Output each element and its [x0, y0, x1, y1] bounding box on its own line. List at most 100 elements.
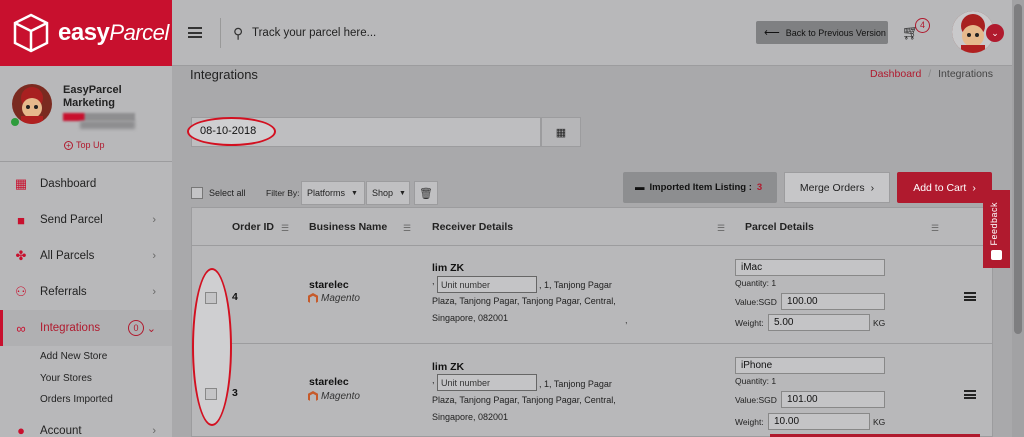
sidebar-item-all-parcels[interactable]: ✤ All Parcels › [0, 238, 172, 274]
sidebar-item-label: Account [40, 424, 82, 437]
row-checkbox-highlighted[interactable] [205, 292, 217, 304]
hamburger-menu-icon[interactable] [188, 27, 202, 38]
address-line2: Plaza, Tanjong Pagar, Tanjong Pagar, Cen… [432, 395, 616, 405]
cart-count-badge: 4 [915, 18, 930, 33]
sidebar-item-dashboard[interactable]: ▦ Dashboard [0, 166, 172, 202]
col-parcel-details[interactable]: Parcel Details [745, 221, 814, 233]
chevron-right-icon: › [870, 181, 875, 194]
col-order-id[interactable]: Order ID [232, 221, 274, 233]
track-parcel-input[interactable] [252, 24, 452, 42]
address-line2: Plaza, Tanjong Pagar, Tanjong Pagar, Cen… [432, 296, 616, 306]
back-to-previous-version-button[interactable]: ⟵ Back to Previous Version [756, 21, 888, 44]
chevron-right-icon: › [152, 214, 156, 226]
sidebar-item-account[interactable]: ● Account › [0, 413, 172, 437]
row-menu-icon[interactable] [964, 390, 976, 399]
top-up-label: Top Up [76, 140, 105, 150]
avatar[interactable] [12, 84, 52, 124]
sidebar-item-label: Dashboard [40, 178, 97, 190]
sidebar-subitem-orders-imported[interactable]: Orders Imported [0, 389, 172, 411]
platforms-dropdown[interactable]: Platforms ▼ [301, 181, 365, 205]
col-receiver-details[interactable]: Receiver Details [432, 221, 513, 233]
item-name-input[interactable] [735, 357, 885, 374]
row-menu-icon[interactable] [964, 292, 976, 301]
scrollbar[interactable] [1012, 0, 1024, 437]
row-checkbox-highlighted[interactable] [205, 388, 217, 400]
caret-down-icon: ▼ [351, 189, 358, 197]
add-to-cart-button[interactable]: Add to Cart › [897, 172, 992, 203]
breadcrumb-dashboard[interactable]: Dashboard [870, 68, 921, 80]
sort-icon[interactable]: ☰ [281, 223, 289, 234]
address-line3: Singapore, 082001 [432, 313, 509, 323]
list-icon: ▬ [635, 182, 645, 193]
weight-unit: KG [873, 417, 886, 427]
sort-icon[interactable]: ☰ [931, 223, 939, 234]
shop-dropdown[interactable]: Shop ▼ [366, 181, 410, 205]
chevron-down-icon[interactable]: ⌄ [986, 24, 1004, 42]
top-up-link[interactable]: + Top Up [64, 140, 105, 150]
calendar-button[interactable]: ▦ [541, 117, 581, 147]
order-id: 4 [232, 291, 238, 303]
col-business-name[interactable]: Business Name [309, 221, 387, 233]
integrations-count-badge: 0 [128, 320, 144, 336]
magento-logo: Magento [308, 293, 360, 304]
sidebar-subitem-your-stores[interactable]: Your Stores [0, 368, 172, 390]
table-row: 3 starelec Magento lim ZK , , 1, Tanjong… [192, 343, 992, 437]
select-all-label: Select all [209, 188, 246, 198]
item-name-input[interactable] [735, 259, 885, 276]
boxes-icon: ✤ [15, 248, 27, 263]
sidebar-item-integrations[interactable]: ∞ Integrations 0 ⌄ [0, 310, 172, 346]
top-header: ⚲ ⟵ Back to Previous Version 🛒︎ 4 ⌄ [172, 0, 1012, 66]
sort-icon[interactable]: ☰ [717, 223, 725, 234]
order-id: 3 [232, 387, 238, 399]
chevron-right-icon: › [152, 424, 156, 437]
sidebar-item-send-parcel[interactable]: ■ Send Parcel › [0, 202, 172, 238]
balance-blurred-2 [80, 121, 135, 129]
table-row: 4 starelec Magento lim ZK , , 1, Tanjong… [192, 247, 992, 343]
calendar-icon: ▦ [555, 126, 567, 139]
user-name: EasyParcel Marketing [63, 84, 122, 109]
imported-listing-label: Imported Item Listing : [649, 182, 752, 193]
sidebar-subitem-add-new-store[interactable]: Add New Store [0, 346, 172, 368]
imported-item-listing: ▬ Imported Item Listing : 3 [623, 172, 777, 203]
delete-button[interactable]: 🗑︎ [414, 181, 438, 205]
magento-icon [308, 391, 318, 401]
page-title: Integrations [190, 67, 258, 82]
add-to-cart-label: Add to Cart [913, 181, 967, 194]
scrollbar-thumb[interactable] [1014, 4, 1022, 334]
table-header: Order ID ☰ Business Name ☰ Receiver Deta… [192, 208, 992, 246]
sort-icon[interactable]: ☰ [403, 223, 411, 234]
brand-logo[interactable]: easyParcel [0, 0, 172, 66]
breadcrumb: Dashboard / Integrations [870, 68, 993, 80]
sidebar-item-label: Referrals [40, 286, 87, 298]
address-line1: , 1, Tanjong Pagar [539, 379, 612, 389]
select-all-checkbox[interactable] [191, 187, 203, 199]
platforms-dropdown-label: Platforms [307, 188, 346, 198]
weight-input[interactable] [768, 413, 870, 430]
sidebar-item-label: Send Parcel [40, 214, 103, 226]
unit-number-input[interactable] [437, 276, 537, 293]
online-status-dot [11, 118, 19, 126]
breadcrumb-current: Integrations [938, 68, 994, 80]
shop-dropdown-label: Shop [372, 188, 394, 198]
feedback-icon [991, 250, 1002, 260]
imported-count: 3 [756, 182, 763, 193]
users-icon: ⚇ [15, 284, 27, 299]
business-name: starelec [309, 376, 349, 388]
magento-logo: Magento [308, 391, 360, 402]
weight-label: Weight: [735, 318, 764, 328]
merge-orders-button[interactable]: Merge Orders › [784, 172, 890, 203]
value-input[interactable] [781, 391, 885, 408]
magento-icon [308, 293, 318, 303]
weight-input[interactable] [768, 314, 870, 331]
business-name: starelec [309, 279, 349, 291]
filter-by-label: Filter By: [266, 188, 300, 198]
sidebar: easyParcel EasyParcel Marketing + Top Up… [0, 0, 172, 437]
feedback-tab[interactable]: Feedback [983, 190, 1010, 268]
caret-down-icon: ▼ [399, 189, 406, 197]
value-input[interactable] [781, 293, 885, 310]
address-line1: , 1, Tanjong Pagar [539, 280, 612, 290]
stray-mark: , [625, 315, 628, 325]
sidebar-item-referrals[interactable]: ⚇ Referrals › [0, 274, 172, 310]
chevron-right-icon: › [972, 181, 976, 194]
unit-number-input[interactable] [437, 374, 537, 391]
